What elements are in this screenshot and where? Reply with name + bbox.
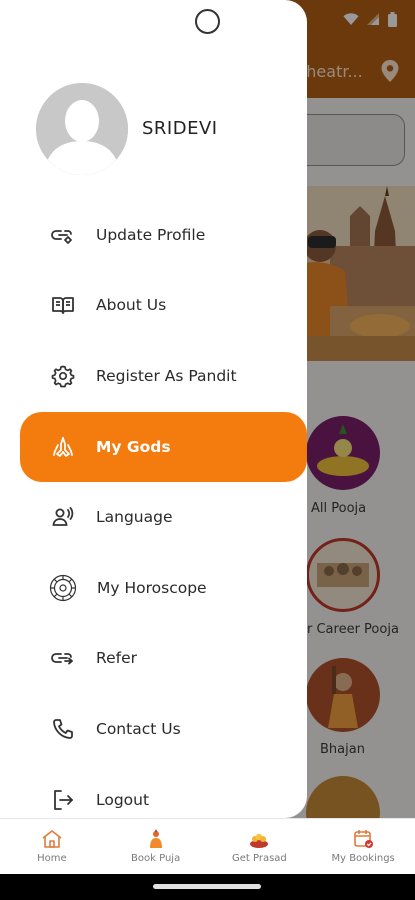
gesture-bar-area bbox=[0, 874, 415, 900]
menu-item-language[interactable]: Language bbox=[20, 482, 307, 552]
menu-item-label: My Horoscope bbox=[97, 579, 207, 597]
phone-icon bbox=[50, 716, 76, 742]
profile-edit-icon bbox=[50, 222, 76, 248]
tab-get-prasad[interactable]: Get Prasad bbox=[208, 819, 312, 874]
horoscope-icon bbox=[49, 574, 77, 602]
menu-item-register-as-pandit[interactable]: Register As Pandit bbox=[20, 341, 307, 411]
menu-item-label: About Us bbox=[96, 296, 167, 314]
home-icon bbox=[42, 830, 62, 848]
menu-item-update-profile[interactable]: Update Profile bbox=[20, 200, 307, 270]
menu-item-my-gods[interactable]: My Gods bbox=[20, 412, 307, 482]
book-puja-icon bbox=[149, 829, 162, 848]
tab-label: Book Puja bbox=[131, 853, 181, 864]
menu-item-label: Update Profile bbox=[96, 226, 206, 244]
menu-item-label: Contact Us bbox=[96, 720, 181, 738]
logout-icon bbox=[50, 787, 76, 813]
menu-item-my-horoscope[interactable]: My Horoscope bbox=[20, 553, 307, 623]
menu-item-label: Refer bbox=[96, 649, 137, 667]
calendar-check-icon bbox=[354, 830, 374, 848]
menu-item-refer[interactable]: Refer bbox=[20, 623, 307, 693]
menu-item-about-us[interactable]: About Us bbox=[20, 270, 307, 340]
menu-item-logout[interactable]: Logout bbox=[20, 765, 307, 818]
user-name: SRIDEVI bbox=[142, 118, 218, 139]
tab-label: My Bookings bbox=[331, 853, 395, 864]
refer-icon bbox=[50, 645, 76, 671]
navigation-drawer: SRIDEVI Update Profile About Us Register… bbox=[0, 0, 307, 818]
tab-my-bookings[interactable]: My Bookings bbox=[311, 819, 415, 874]
tab-book-puja[interactable]: Book Puja bbox=[104, 819, 208, 874]
book-icon bbox=[50, 292, 76, 318]
praying-hands-icon bbox=[50, 434, 76, 460]
home-gesture-handle[interactable] bbox=[153, 884, 261, 889]
language-icon bbox=[50, 504, 76, 530]
tab-home[interactable]: Home bbox=[0, 819, 104, 874]
menu-item-label: My Gods bbox=[96, 438, 171, 456]
camera-cutout bbox=[195, 9, 220, 34]
bottom-navigation: Home Book Puja Get Prasad My Bookings bbox=[0, 818, 415, 874]
tab-label: Get Prasad bbox=[231, 853, 287, 864]
prasad-icon bbox=[250, 833, 269, 848]
menu-item-label: Register As Pandit bbox=[96, 367, 237, 385]
tab-label: Home bbox=[37, 853, 67, 864]
gear-icon bbox=[50, 363, 76, 389]
avatar[interactable] bbox=[36, 83, 128, 175]
menu-item-label: Language bbox=[96, 508, 173, 526]
menu-item-label: Logout bbox=[96, 791, 150, 809]
menu-item-contact-us[interactable]: Contact Us bbox=[20, 694, 307, 764]
